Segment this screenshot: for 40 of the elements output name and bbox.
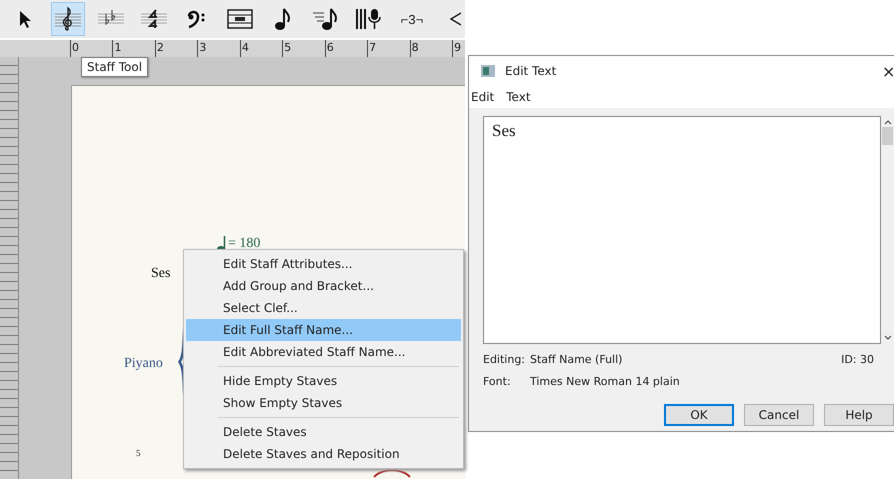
staff-tool[interactable]	[51, 2, 85, 36]
slur-drawing	[372, 468, 412, 478]
menu-item[interactable]: Edit Staff Attributes...	[186, 253, 461, 275]
scroll-down-icon[interactable]	[884, 335, 892, 341]
menu-item[interactable]: Edit Full Staff Name...	[186, 319, 461, 341]
font-value: Times New Roman 14 plain	[530, 375, 681, 388]
text-field[interactable]: Ses	[483, 116, 881, 344]
menu-bar-item[interactable]: Text	[506, 90, 531, 104]
eighth-note-icon	[274, 7, 292, 31]
scroll-up-icon[interactable]	[884, 119, 892, 125]
window-icon	[481, 65, 495, 77]
measure-number: 5	[136, 448, 140, 458]
font-label: Font:	[483, 375, 512, 388]
dialog-button[interactable]: Cancel	[744, 404, 814, 426]
menu-item[interactable]: Delete Staves	[186, 421, 461, 443]
menu-item[interactable]: Select Clef...	[186, 297, 461, 319]
editing-label: Editing:	[483, 353, 526, 366]
tuplet-tool[interactable]: ⌐3¬	[395, 2, 429, 36]
menu-item[interactable]: Show Empty Staves	[186, 392, 461, 414]
staff-name: Piyano	[124, 356, 163, 372]
close-button[interactable]: ×	[882, 62, 894, 80]
menu-item[interactable]: Hide Empty Staves	[186, 370, 461, 392]
menu-item[interactable]: Add Group and Bracket...	[186, 275, 461, 297]
treble-clef-icon	[53, 6, 83, 32]
dialog-button[interactable]: OK	[664, 404, 734, 426]
editing-value: Staff Name (Full)	[530, 353, 624, 366]
scroll-thumb[interactable]	[882, 127, 893, 145]
tooltip: Staff Tool	[81, 57, 148, 77]
menu-item[interactable]: Delete Staves and Reposition	[186, 443, 461, 465]
menu-item[interactable]: Edit Abbreviated Staff Name...	[186, 341, 461, 363]
tempo-marking: = 180	[228, 236, 260, 252]
id-label: ID: 30	[841, 353, 874, 366]
tuplet-label: ⌐3¬	[400, 12, 424, 26]
staff-name: Ses	[151, 266, 170, 282]
window-title: Edit Text	[505, 64, 558, 78]
speedy-note-icon	[312, 7, 340, 31]
arrow-pointer-icon	[17, 9, 33, 29]
menu-bar-item[interactable]: Edit	[471, 90, 494, 104]
dialog-button[interactable]: Help	[824, 404, 894, 426]
measure-icon	[227, 9, 253, 29]
